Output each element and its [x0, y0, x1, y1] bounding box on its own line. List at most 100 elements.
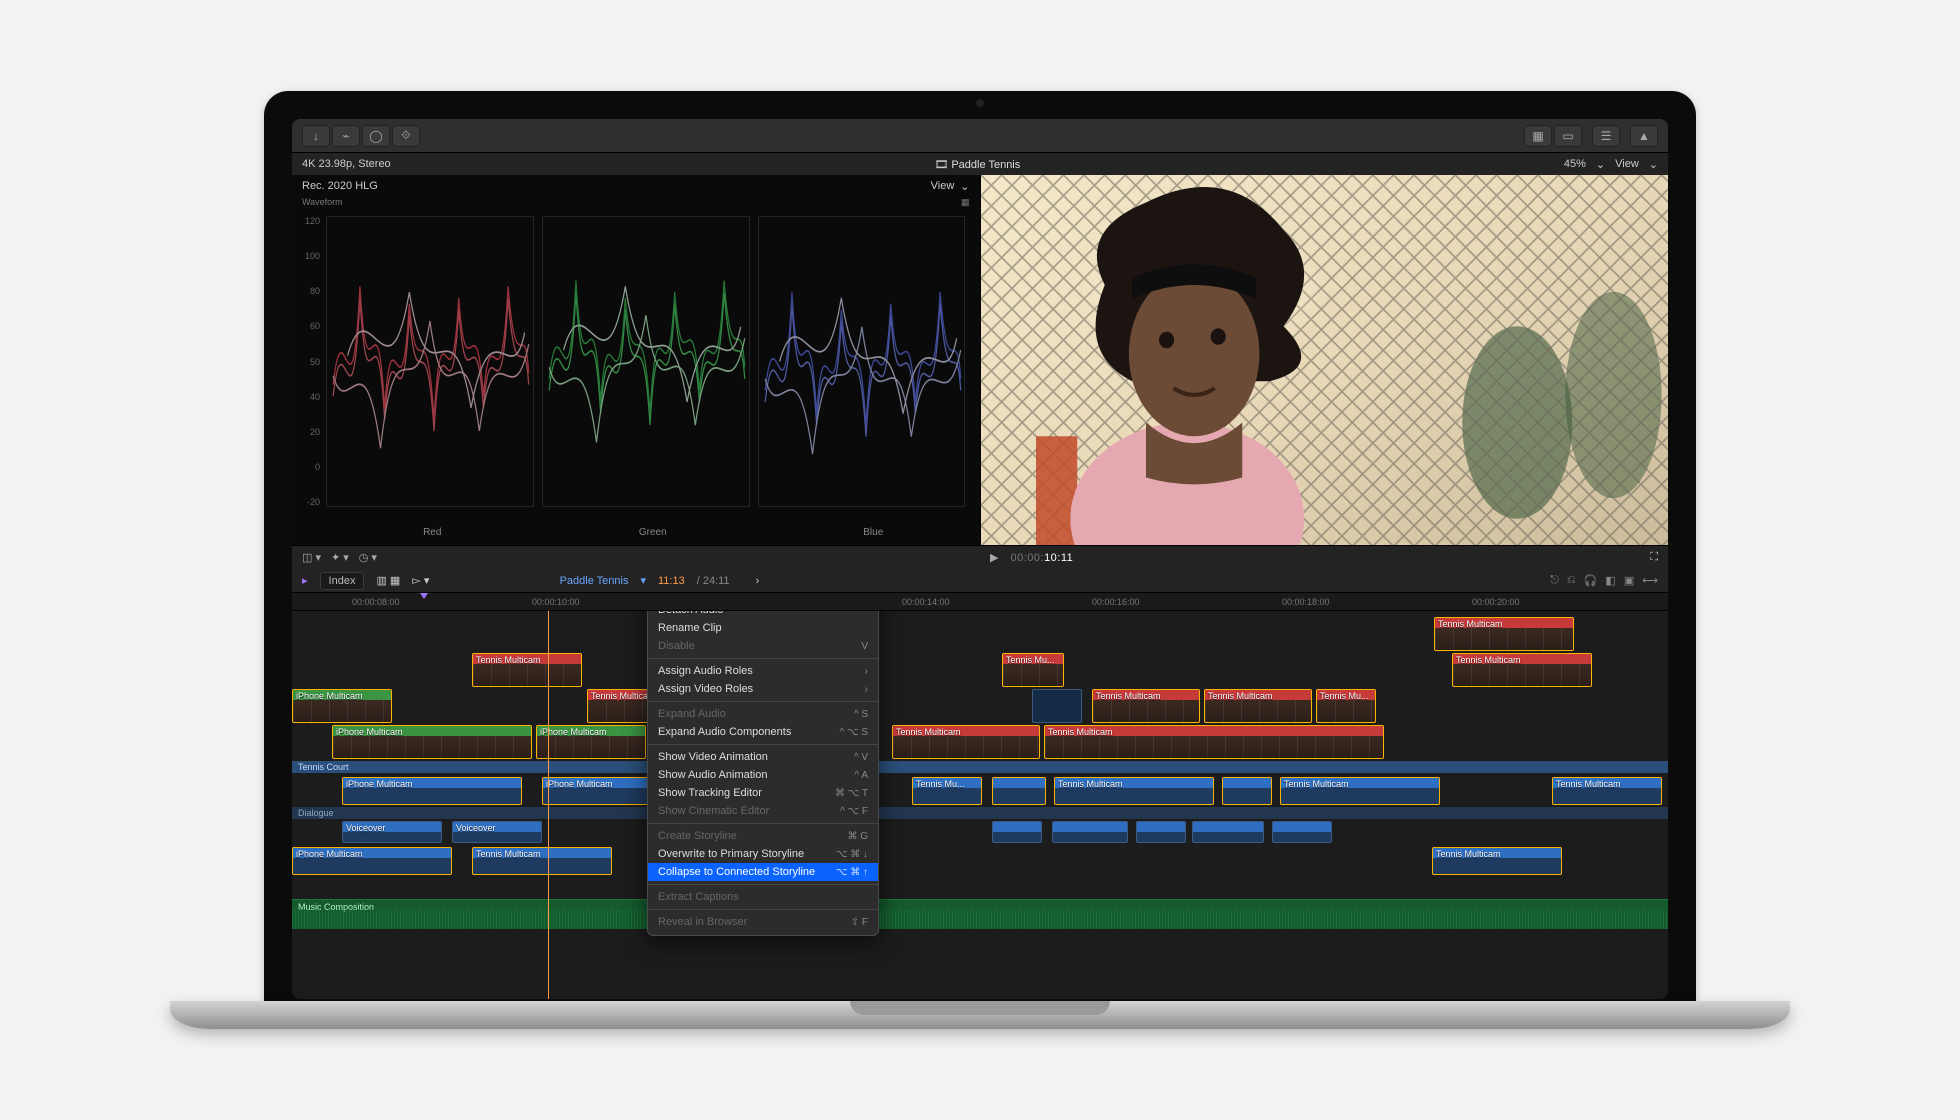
clip-tennis-audio[interactable]: Tennis Mu... — [912, 777, 982, 805]
trim-tool-menu[interactable]: ◫ ▾ — [302, 551, 321, 564]
info-bar: 4K 23.98p, Stereo 🎞 Paddle Tennis 45% ⌄ … — [292, 153, 1668, 175]
clip-tennis-audio[interactable] — [1222, 777, 1272, 805]
inspector-toggle-button[interactable]: ☰ — [1592, 125, 1620, 147]
scope-label-red: Red — [326, 527, 539, 545]
menu-item[interactable]: Overwrite to Primary Storyline⌥ ⌘ ↓ — [648, 845, 878, 863]
play-icon[interactable]: ▶ — [990, 551, 998, 564]
top-toolbar: ↓ ⌁ ◯ ⟐ ▦ ▭ ☰ ▲ — [292, 119, 1668, 153]
zoom-level[interactable]: 45% — [1564, 158, 1586, 170]
share-button[interactable]: ▲ — [1630, 125, 1658, 147]
ruler-tick: 00:00:20:00 — [1472, 597, 1520, 607]
project-name[interactable]: Paddle Tennis — [951, 159, 1020, 171]
scopes-panel: Rec. 2020 HLG View ⌄ Waveform ▦ 12010080… — [292, 175, 981, 545]
scopes-title: Rec. 2020 HLG — [302, 180, 378, 192]
menu-item[interactable]: Show Tracking Editor⌘ ⌥ T — [648, 784, 878, 802]
menu-item[interactable]: Assign Audio Roles› — [648, 662, 878, 680]
ruler-tick: 00:00:14:00 — [902, 597, 950, 607]
scope-label-green: Green — [547, 527, 760, 545]
laptop-hinge — [170, 1001, 1790, 1029]
clip-tennis-audio[interactable]: Tennis Multicam — [472, 847, 612, 875]
context-menu: Active Video Angle›Active Audio Angle›Ne… — [647, 611, 879, 936]
select-tool-icon[interactable]: ▻ ▾ — [412, 574, 429, 587]
menu-item[interactable]: Detach Audio — [648, 611, 878, 619]
clip-iphone[interactable]: iPhone Multicam — [292, 689, 392, 723]
solo-icon[interactable]: 🎧 — [1584, 574, 1598, 587]
clip-iphone-audio[interactable]: iPhone Multicam — [292, 847, 452, 875]
import-button[interactable]: ↓ — [302, 125, 330, 147]
fullscreen-icon[interactable]: ⛶ — [1650, 551, 1658, 564]
clip-tennis[interactable]: Tennis Multicam — [1044, 725, 1384, 759]
clip-iphone[interactable]: iPhone Multicam — [332, 725, 532, 759]
clip-tennis-audio[interactable] — [1192, 821, 1264, 843]
skimming-icon[interactable]: ⎋ — [1550, 574, 1559, 587]
menu-item: Show Cinematic Editor^ ⌥ F — [648, 802, 878, 820]
menu-item[interactable]: Rename Clip — [648, 619, 878, 637]
clip-tennis-audio[interactable]: Tennis Multicam — [1552, 777, 1662, 805]
bg-tasks-button[interactable]: ◯ — [362, 125, 390, 147]
clip-tennis[interactable]: Tennis Mu... — [1002, 653, 1064, 687]
clip-tennis-audio[interactable] — [992, 821, 1042, 843]
playhead[interactable] — [548, 611, 549, 999]
audio-skimming-icon[interactable]: ⎌ — [1567, 574, 1576, 587]
chevron-down-icon: ⌄ — [1596, 158, 1605, 171]
clip-appearance-icon[interactable]: ▥ ▦ — [376, 574, 400, 587]
mid-toolbar: ◫ ▾ ✦ ▾ ◷ ▾ ▶ 00:00:10:11 ⛶ — [292, 545, 1668, 569]
enhance-button[interactable]: ⟐ — [392, 125, 420, 147]
clip-tennis[interactable]: Tennis Multicam — [1092, 689, 1200, 723]
clip-tennis-audio[interactable] — [1136, 821, 1186, 843]
timeline-project[interactable]: Paddle Tennis — [560, 575, 629, 587]
clip-iphone[interactable]: iPhone Multicam — [536, 725, 646, 759]
menu-item: DisableV — [648, 637, 878, 655]
role-strip-tennis-court[interactable]: Tennis Court — [292, 761, 1668, 773]
timeline-index-toggle[interactable]: ▸ — [302, 574, 308, 587]
music-lane[interactable]: Music Composition — [292, 899, 1668, 929]
menu-item[interactable]: Expand Audio Components^ ⌥ S — [648, 723, 878, 741]
menu-item[interactable]: Collapse to Connected Storyline⌥ ⌘ ↑ — [648, 863, 878, 881]
ruler-tick: 00:00:10:00 — [532, 597, 580, 607]
timecode-display[interactable]: 00:00:10:11 — [1010, 552, 1073, 564]
clip-voiceover[interactable]: Voiceover — [342, 821, 442, 843]
clip-plain[interactable] — [1032, 689, 1082, 723]
clip-tennis[interactable]: Tennis Multicam — [472, 653, 582, 687]
clip-tennis-audio[interactable]: Tennis Multicam — [1432, 847, 1562, 875]
timeline-ruler[interactable]: 00:00:08:00 00:00:10:00 00:00:14:00 00:0… — [292, 593, 1668, 611]
scopes-settings-icon[interactable]: ▦ — [961, 197, 970, 208]
laptop-notch — [880, 91, 1080, 113]
keyword-button[interactable]: ⌁ — [332, 125, 360, 147]
clip-tennis[interactable]: Tennis Multicam — [1434, 617, 1574, 651]
clip-tennis[interactable]: Tennis Mu... — [1316, 689, 1376, 723]
clip-tennis-audio[interactable]: Tennis Multicam — [1054, 777, 1214, 805]
index-button[interactable]: Index — [320, 572, 365, 590]
snapping-icon[interactable]: ◧ — [1605, 574, 1615, 587]
clip-tennis-audio[interactable] — [1052, 821, 1128, 843]
layout-browser-button[interactable]: ▦ — [1524, 125, 1552, 147]
timeline-header: ▸ Index ▥ ▦ ▻ ▾ Paddle Tennis ▾ 11:13 / … — [292, 569, 1668, 593]
clip-tennis-audio[interactable] — [992, 777, 1046, 805]
layout-timeline-button[interactable]: ▭ — [1554, 125, 1582, 147]
clip-tennis[interactable]: Tennis Multicam — [892, 725, 1040, 759]
view-menu[interactable]: View — [1615, 158, 1639, 170]
menu-item[interactable]: Assign Video Roles› — [648, 680, 878, 698]
retime-menu[interactable]: ◷ ▾ — [359, 551, 377, 564]
timeline-nav-right-icon[interactable]: › — [756, 575, 760, 587]
marker-icon[interactable] — [420, 593, 428, 599]
clip-iphone-audio[interactable]: iPhone Multicam — [342, 777, 522, 805]
clip-tennis[interactable]: Tennis Multicam — [1204, 689, 1312, 723]
film-icon: 🎞 — [934, 159, 951, 171]
clip-tennis[interactable]: Tennis Multicam — [1452, 653, 1592, 687]
scopes-view-menu[interactable]: View — [931, 180, 955, 192]
magic-wand-menu[interactable]: ✦ ▾ — [331, 551, 349, 564]
menu-item[interactable]: Show Audio Animation^ A — [648, 766, 878, 784]
timeline-duration: 24:11 — [703, 575, 730, 587]
role-strip-dialogue[interactable]: Dialogue — [292, 807, 1668, 819]
clip-voiceover[interactable]: Voiceover — [452, 821, 542, 843]
scope-red — [326, 216, 534, 507]
clip-tennis-audio[interactable]: Tennis Multicam — [1280, 777, 1440, 805]
menu-item[interactable]: Show Video Animation^ V — [648, 748, 878, 766]
clip-tennis-audio[interactable] — [1272, 821, 1332, 843]
clip-connections-icon[interactable]: ▣ — [1624, 574, 1634, 587]
timeline-options-icon[interactable]: ⟷ — [1642, 574, 1658, 587]
viewer-panel[interactable] — [981, 175, 1669, 545]
ruler-tick: 00:00:18:00 — [1282, 597, 1330, 607]
timeline[interactable]: Tennis Multicam Tennis Multicam Tennis M… — [292, 611, 1668, 999]
